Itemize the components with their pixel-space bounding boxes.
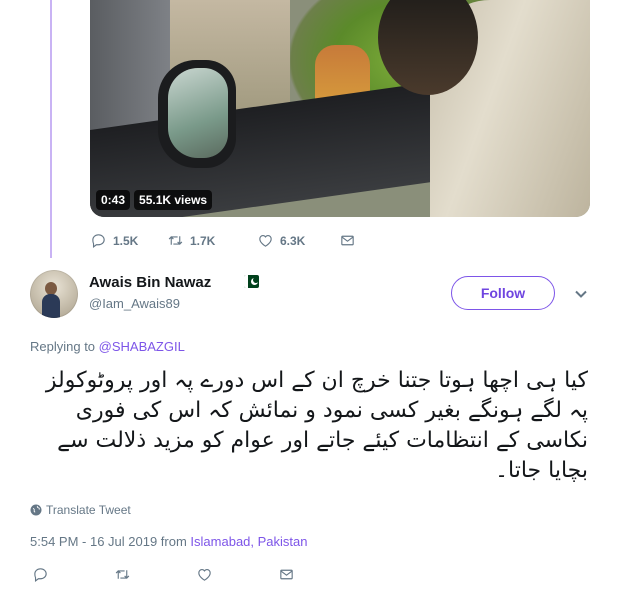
like-icon — [198, 568, 211, 581]
dm-icon — [341, 235, 354, 246]
tweet-text: کیا ہی اچھا ہوتا جتنا خرچ ان کے اس دورے … — [45, 368, 588, 483]
chevron-down-icon — [575, 290, 587, 298]
reply-action[interactable]: 1.5K — [90, 232, 167, 249]
thread-connector-line — [50, 0, 52, 258]
dm-action[interactable] — [339, 232, 356, 249]
video-badges: 0:43 55.1K views — [96, 190, 213, 210]
like-action[interactable]: 6.3K — [257, 232, 339, 249]
video-player[interactable] — [90, 0, 590, 217]
follow-button[interactable]: Follow — [451, 276, 555, 310]
reply-tweet-actions — [32, 566, 360, 583]
original-tweet-actions: 1.5K 1.7K 6.3K — [90, 232, 356, 249]
replying-to: Replying to @SHABAZGIL — [30, 339, 185, 354]
avatar[interactable] — [30, 270, 78, 318]
retweet-icon — [168, 236, 183, 245]
mention-link[interactable]: @SHABAZGIL — [99, 339, 185, 354]
reply-action-bottom[interactable] — [32, 566, 114, 583]
reply-count: 1.5K — [113, 233, 139, 248]
like-count: 6.3K — [280, 233, 306, 248]
reply-icon — [92, 234, 105, 249]
video-view-count: 55.1K views — [134, 190, 213, 210]
retweet-action-bottom[interactable] — [114, 566, 196, 583]
timestamp-text: 5:54 PM - 16 Jul 2019 from — [30, 534, 191, 549]
replying-prefix: Replying to — [30, 339, 99, 354]
location-link[interactable]: Islamabad, Pakistan — [190, 534, 307, 549]
reply-icon — [34, 568, 47, 583]
like-icon — [259, 234, 272, 247]
tweet-timestamp: 5:54 PM - 16 Jul 2019 from Islamabad, Pa… — [30, 534, 308, 549]
video-duration: 0:43 — [96, 190, 131, 210]
like-action-bottom[interactable] — [196, 566, 278, 583]
retweet-count: 1.7K — [190, 233, 216, 248]
translate-label[interactable]: Translate Tweet — [46, 503, 131, 517]
pakistan-flag-icon — [244, 275, 259, 288]
translate-tweet[interactable]: Translate Tweet — [30, 503, 131, 517]
dm-action-bottom[interactable] — [278, 566, 360, 583]
retweet-icon — [115, 570, 130, 579]
globe-icon — [30, 504, 42, 516]
video-mirror-glass — [168, 68, 228, 158]
user-handle[interactable]: @Iam_Awais89 — [89, 296, 180, 311]
avatar-ring — [30, 270, 78, 318]
more-options[interactable] — [574, 287, 588, 301]
retweet-action[interactable]: 1.7K — [167, 232, 257, 249]
dm-icon — [280, 569, 293, 580]
display-name[interactable]: Awais Bin Nawaz — [89, 274, 211, 291]
